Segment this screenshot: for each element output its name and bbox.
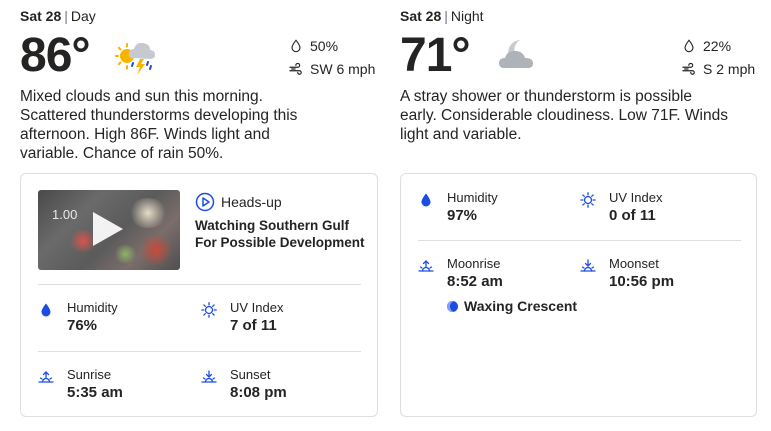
moonrise-icon — [418, 260, 434, 272]
night-description: A stray shower or thunderstorm is possib… — [400, 88, 728, 143]
date-separator: | — [64, 8, 68, 24]
night-temperature: 71° — [400, 29, 471, 82]
divider — [418, 240, 741, 241]
raindrop-icon — [291, 39, 301, 53]
night-date-line: Sat 28 | Night — [400, 8, 484, 24]
moonrise-value: 8:52 am — [447, 273, 503, 290]
humidity-label: Humidity — [447, 190, 498, 205]
video-thumbnail[interactable]: 1.00 — [38, 190, 180, 270]
raindrop-icon — [684, 39, 694, 53]
uv-index-value: 0 of 11 — [609, 207, 656, 224]
uv-index-label: UV Index — [609, 190, 663, 205]
humidity-value: 76% — [67, 317, 98, 334]
moon-phase-label: Waxing Crescent — [464, 298, 578, 314]
day-date: Sat 28 — [20, 8, 62, 24]
radar-blob — [138, 235, 174, 265]
moonset-value: 10:56 pm — [609, 273, 675, 290]
video-headline[interactable]: Watching Southern Gulf For Possible Deve… — [195, 217, 365, 251]
video-duration: 1.00 — [52, 207, 78, 222]
uv-index-value: 7 of 11 — [230, 317, 277, 334]
uv-index-label: UV Index — [230, 300, 284, 315]
sunrise-label: Sunrise — [67, 367, 112, 382]
waxing-crescent-moon-icon — [447, 301, 458, 312]
moonset-label: Moonset — [609, 256, 659, 271]
day-rain-chance: 50% — [288, 38, 380, 54]
cloudy-night-icon — [499, 40, 533, 68]
night-rain-chance-value: 22% — [703, 38, 732, 54]
heads-up-label: Heads-up — [221, 194, 282, 210]
humidity-icon — [41, 303, 51, 317]
date-separator: | — [444, 8, 448, 24]
day-date-line: Sat 28 | Day — [20, 8, 96, 24]
sunrise-value: 5:35 am — [67, 384, 123, 401]
night-period: Night — [450, 8, 484, 24]
divider — [38, 351, 361, 352]
moonrise-label: Moonrise — [447, 256, 501, 271]
night-wind-value: S 2 mph — [703, 61, 756, 77]
sunset-icon — [201, 370, 217, 383]
day-temperature: 86° — [20, 29, 91, 82]
humidity-value: 97% — [447, 207, 478, 224]
radar-blob — [113, 245, 138, 263]
day-rain-chance-value: 50% — [310, 38, 339, 54]
play-circle-icon — [195, 192, 215, 212]
moonset-icon — [580, 259, 596, 272]
night-date: Sat 28 — [400, 8, 442, 24]
wind-icon — [682, 62, 695, 75]
sunrise-icon — [38, 371, 54, 383]
day-details-card: 1.00 Heads-up Watching Southern Gulf For… — [20, 173, 378, 417]
humidity-label: Humidity — [67, 300, 118, 315]
wind-icon — [289, 62, 302, 75]
night-wind: S 2 mph — [681, 61, 760, 77]
uv-sun-icon — [580, 192, 596, 208]
night-rain-chance: 22% — [681, 38, 760, 54]
uv-sun-icon — [201, 302, 217, 318]
radar-blob — [128, 198, 168, 228]
sunset-value: 8:08 pm — [230, 384, 287, 401]
humidity-icon — [421, 193, 431, 207]
day-period: Day — [70, 8, 96, 24]
divider — [38, 284, 361, 285]
scattered-thunderstorms-icon — [115, 42, 155, 75]
day-description: Mixed clouds and sun this morning. Scatt… — [20, 88, 298, 162]
day-wind-value: SW 6 mph — [310, 61, 376, 77]
heads-up-label-row[interactable]: Heads-up — [195, 192, 282, 212]
moon-phase: Waxing Crescent — [447, 298, 577, 314]
play-icon[interactable] — [93, 212, 123, 246]
day-wind: SW 6 mph — [288, 61, 380, 77]
sunset-label: Sunset — [230, 367, 271, 382]
night-details-card: Humidity 97% UV Index 0 of 11 Moonrise 8… — [400, 173, 757, 417]
